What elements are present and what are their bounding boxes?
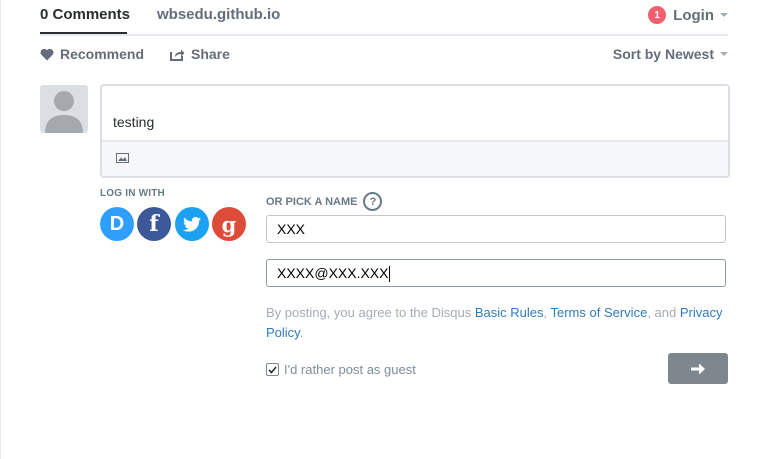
- top-nav: 0 Comments wbsedu.github.io 1 Login: [40, 0, 728, 36]
- disqus-login-button[interactable]: D: [100, 207, 134, 241]
- twitter-login-button[interactable]: [175, 207, 209, 241]
- terms-prefix: By posting, you agree to the Disqus: [266, 305, 475, 320]
- guest-option: I'd rather post as guest: [266, 362, 416, 377]
- tab-site[interactable]: wbsedu.github.io: [157, 6, 280, 23]
- share-label: Share: [191, 46, 230, 62]
- login-menu[interactable]: 1 Login: [648, 6, 728, 24]
- recommend-button[interactable]: Recommend: [40, 46, 144, 62]
- sort-dropdown[interactable]: Sort by Newest: [613, 46, 728, 62]
- terms-sep-2: , and: [647, 305, 680, 320]
- facebook-icon: f: [149, 211, 159, 237]
- recommend-label: Recommend: [60, 46, 145, 62]
- terms-text: By posting, you agree to the Disqus Basi…: [266, 303, 728, 343]
- avatar: [40, 85, 88, 133]
- terms-sep-1: ,: [543, 305, 551, 320]
- active-tab-indicator: [40, 32, 127, 34]
- facebook-login-button[interactable]: f: [137, 207, 171, 241]
- notification-badge: 1: [648, 6, 667, 24]
- share-icon: [170, 49, 185, 61]
- disqus-icon: D: [109, 212, 125, 235]
- comment-textarea[interactable]: testing: [100, 84, 730, 178]
- checkmark-icon: [268, 365, 277, 374]
- email-field[interactable]: XXXX@XXX.XXX: [266, 259, 726, 287]
- email-value: XXXX@XXX.XXX: [277, 265, 389, 281]
- pick-name-label: OR PICK A NAME ?: [266, 192, 383, 211]
- user-icon: [45, 91, 83, 133]
- left-border: [0, 0, 1, 459]
- compose-toolbar: [102, 140, 728, 176]
- arrow-right-icon: [691, 363, 705, 374]
- pick-name-text: OR PICK A NAME: [266, 195, 358, 208]
- twitter-bird-icon: [183, 216, 201, 232]
- terms-suffix: .: [299, 325, 304, 340]
- chevron-down-icon: [720, 13, 728, 17]
- share-button[interactable]: Share: [170, 46, 230, 62]
- help-icon[interactable]: ?: [363, 192, 383, 211]
- guest-checkbox[interactable]: [266, 363, 279, 376]
- image-icon[interactable]: [116, 153, 129, 163]
- sort-label: Sort by Newest: [612, 46, 714, 62]
- basic-rules-link[interactable]: Basic Rules: [475, 305, 544, 320]
- comment-text: testing: [113, 114, 155, 130]
- comment-toolbar: Recommend Share Sort by Newest: [40, 44, 728, 64]
- login-with-label: LOG IN WITH: [100, 188, 165, 199]
- text-cursor: [389, 266, 391, 283]
- google-login-button[interactable]: g: [212, 207, 246, 241]
- name-value: XXX: [277, 221, 306, 237]
- name-field[interactable]: XXX: [266, 215, 726, 243]
- login-label: Login: [673, 6, 714, 24]
- guest-checkbox-label: I'd rather post as guest: [284, 362, 416, 377]
- chevron-down-icon: [720, 52, 728, 56]
- tab-comments[interactable]: 0 Comments: [40, 6, 130, 23]
- submit-button[interactable]: [668, 353, 728, 384]
- heart-icon: [40, 48, 54, 60]
- google-icon: g: [221, 211, 237, 237]
- terms-of-service-link[interactable]: Terms of Service: [551, 305, 648, 320]
